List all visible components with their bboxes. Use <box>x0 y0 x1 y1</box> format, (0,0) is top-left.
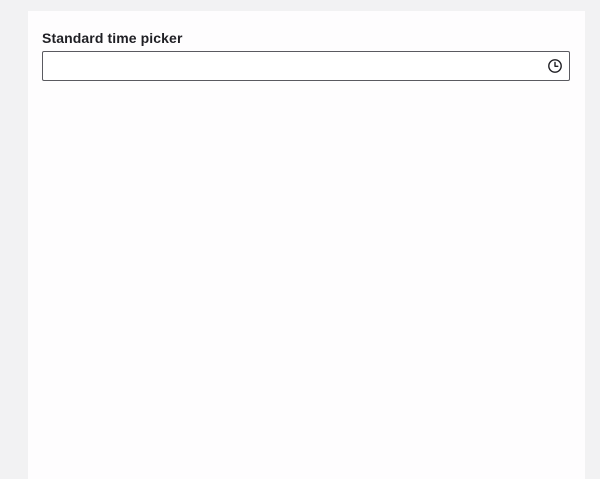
time-picker-label: Standard time picker <box>42 30 183 46</box>
clock-icon[interactable] <box>547 58 563 74</box>
form-panel: Standard time picker <box>28 11 585 479</box>
time-input[interactable] <box>43 52 541 80</box>
time-picker[interactable] <box>42 51 570 81</box>
